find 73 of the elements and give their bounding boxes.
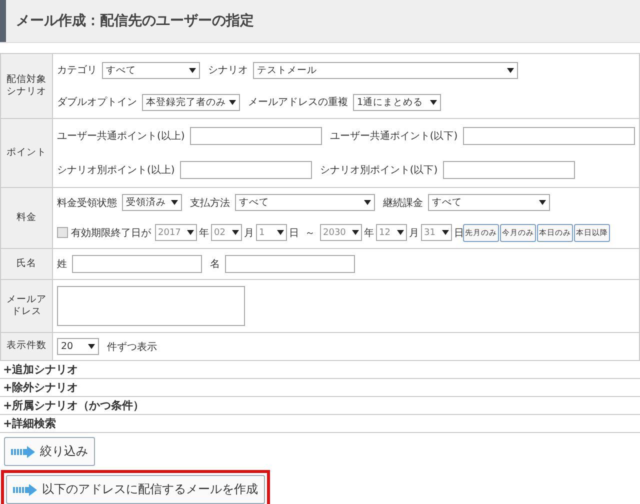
input-field[interactable] [72, 255, 202, 273]
caret-icon [88, 344, 95, 349]
caret-icon [539, 200, 546, 206]
field-label: 支払方法 [190, 196, 230, 210]
unit-label: 年 [364, 226, 374, 240]
dropdown[interactable]: 1 [256, 224, 287, 242]
row-label: ポイント [6, 146, 46, 158]
caret-icon [430, 100, 437, 104]
row-label: 氏名 [16, 258, 36, 269]
dropdown[interactable]: 2017 [155, 224, 197, 242]
unit-label: 日 [289, 226, 299, 240]
field-label: 名 [210, 258, 220, 271]
page-title: メール作成：配信先のユーザーの指定 [16, 12, 254, 30]
unit-label: 年 [199, 226, 209, 240]
caret-icon [232, 230, 239, 236]
row-label: 表示件数 [6, 340, 46, 352]
dropdown[interactable]: 02 [211, 224, 242, 242]
field-label: シナリオ [208, 64, 248, 77]
arrow-icon [11, 446, 35, 458]
dropdown[interactable]: 31 [421, 224, 452, 242]
field-label: ～ [305, 226, 315, 240]
unit-label: 月 [244, 226, 254, 240]
caret-icon [187, 230, 194, 236]
input-field[interactable] [462, 127, 635, 145]
field-label: 継続課金 [383, 196, 423, 210]
row-label: メールアドレス [6, 294, 46, 317]
dropdown[interactable]: 受領済み [122, 194, 182, 212]
checkbox-label: 有効期限終了日が [71, 226, 151, 240]
dropdown[interactable]: すべて [235, 194, 375, 212]
dropdown[interactable]: 2030 [320, 224, 362, 242]
dropdown[interactable]: すべて [428, 194, 550, 212]
field-label: 件ずつ表示 [107, 340, 157, 354]
dropdown[interactable]: 1通にまとめる [353, 94, 441, 110]
expandable-section[interactable]: +所属シナリオ（かつ条件） [0, 397, 640, 415]
row-label: 料金 [16, 212, 36, 223]
dropdown[interactable]: テストメール [253, 62, 518, 78]
unit-label: 日 [454, 226, 464, 240]
dropdown[interactable]: 20 [57, 338, 99, 355]
checkbox[interactable] [57, 227, 68, 238]
input-field[interactable] [190, 127, 322, 145]
field-label: 姓 [57, 258, 67, 271]
input-field[interactable] [180, 161, 312, 179]
field-label: シナリオ別ポイント(以上) [57, 164, 175, 177]
input-field[interactable] [442, 161, 575, 179]
caret-icon [277, 230, 284, 236]
action-button[interactable]: 絞り込み [4, 437, 95, 466]
row-label: 配信対象シナリオ [6, 74, 46, 97]
caret-icon [364, 200, 371, 206]
field-label: カテゴリ [57, 64, 97, 77]
input-field[interactable] [225, 255, 355, 273]
expandable-section[interactable]: +詳細検索 [0, 415, 640, 433]
caret-icon [397, 230, 404, 236]
caret-icon [229, 100, 236, 104]
field-label: 料金受領状態 [57, 196, 117, 210]
caret-icon [507, 68, 514, 72]
caret-icon [189, 68, 196, 72]
expandable-section[interactable]: +追加シナリオ [0, 361, 640, 379]
caret-icon [442, 230, 449, 236]
action-button[interactable]: 以下のアドレスに配信するメールを作成 [6, 475, 265, 504]
dropdown[interactable]: 12 [376, 224, 407, 242]
caret-icon [171, 200, 178, 206]
field-label: メールアドレスの重複 [248, 96, 348, 109]
caret-icon [352, 230, 359, 236]
field-label: シナリオ別ポイント(以下) [320, 164, 438, 177]
text-area[interactable] [57, 286, 245, 326]
field-label: ユーザー共通ポイント(以下) [330, 130, 458, 143]
arrow-icon [13, 484, 37, 496]
field-label: ユーザー共通ポイント(以上) [57, 130, 185, 143]
expandable-section[interactable]: +除外シナリオ [0, 379, 640, 397]
field-label: ダブルオプトイン [57, 96, 137, 109]
unit-label: 月 [409, 226, 419, 240]
dropdown[interactable]: 本登録完了者のみ [142, 94, 240, 110]
dropdown[interactable]: すべて [102, 62, 200, 78]
